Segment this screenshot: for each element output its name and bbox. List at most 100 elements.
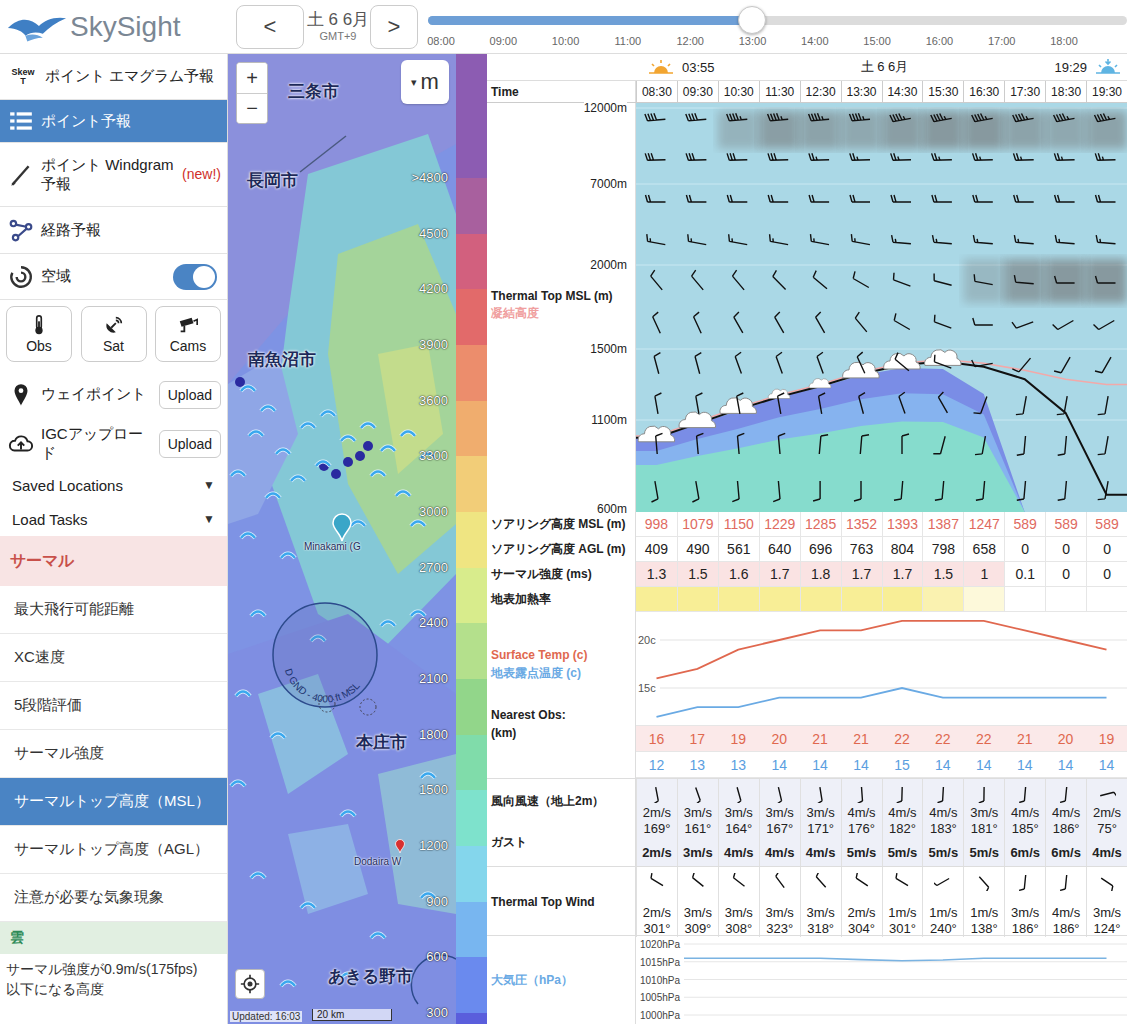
pin-label[interactable]: Minakami (G (304, 541, 361, 552)
sidebar-item[interactable]: Skew T ポイント エマグラム予報 (0, 54, 227, 100)
dropdown[interactable]: Load Tasks ▼ (0, 502, 227, 536)
paraglider-site-icon[interactable] (281, 554, 295, 559)
thermometer-icon (28, 314, 50, 336)
upload-button[interactable]: Upload (159, 430, 221, 458)
paraglider-site-icon[interactable] (271, 734, 285, 739)
airspace-zone[interactable]: D GND - 4000 ft MSL (273, 603, 377, 707)
paraglider-site-icon[interactable] (231, 782, 245, 787)
paraglider-site-icon[interactable] (251, 612, 265, 617)
dropdown[interactable]: Saved Locations ▼ (0, 468, 227, 502)
paraglider-site-icon[interactable] (396, 492, 410, 497)
map-pin-icon[interactable] (333, 514, 351, 541)
point-forecast: 03:55 土 6 6月 19:29 Time 08:3009:3010:301… (487, 54, 1127, 1024)
layer-item[interactable]: サーマルトップ高度（AGL） (0, 826, 227, 874)
paraglider-site-icon[interactable] (361, 424, 375, 429)
soaring-msl-cell: 1352 (841, 512, 882, 537)
layer-item[interactable]: 5段階評価 (0, 682, 227, 730)
zoom-out-button[interactable]: − (237, 93, 267, 123)
layer-item[interactable]: 最大飛行可能距離 (0, 586, 227, 634)
paraglider-site-icon[interactable] (371, 472, 385, 477)
pin-label[interactable]: Dodaira W (354, 856, 401, 867)
wind-barb (932, 195, 952, 202)
surface-labels: Surface Temp (c) 地表露点温度 (c) Nearest Obs:… (487, 612, 636, 778)
paraglider-site-icon[interactable] (401, 432, 415, 437)
soaring-agl-cell: 0 (1045, 537, 1086, 562)
paraglider-site-icon[interactable] (251, 874, 265, 879)
wind-speed: 3m/s (1093, 905, 1121, 921)
paraglider-site-icon[interactable] (381, 622, 395, 627)
time-cell: 17:30 (1004, 81, 1045, 102)
paraglider-site-icon[interactable] (341, 437, 355, 442)
terrain-map[interactable]: D GND - 4000 ft MSL (228, 54, 456, 1024)
tool-button[interactable]: Obs (6, 306, 72, 362)
sunset-icon (1095, 58, 1121, 76)
zoom-in-button[interactable]: + (237, 63, 267, 93)
paraglider-site-icon[interactable] (371, 934, 385, 939)
airspace-row[interactable]: 空域 (0, 254, 227, 300)
tool-button[interactable]: Cams (155, 306, 221, 362)
slider-track[interactable] (428, 16, 1127, 25)
sidebar-item[interactable]: ポイント Windgram 予報 (new!) (0, 143, 227, 207)
paraglider-site-icon[interactable] (316, 462, 330, 467)
layer-item[interactable]: サーマルトップ高度（MSL） (0, 778, 227, 826)
brand[interactable]: SkySight (0, 10, 228, 44)
cluster-dot[interactable] (343, 457, 353, 467)
upload-label: IGCアップロード (41, 425, 152, 463)
cluster-dot[interactable] (235, 377, 245, 387)
sidebar-item[interactable]: ポイント予報 (0, 100, 227, 143)
paraglider-site-icon[interactable] (301, 424, 315, 429)
time-cell: 09:30 (677, 81, 718, 102)
paraglider-site-icon[interactable] (321, 412, 335, 417)
map-pin-icon[interactable] (396, 840, 405, 854)
tool-button[interactable]: Sat (81, 306, 147, 362)
prev-day-button[interactable]: < (236, 5, 304, 49)
cloud-base-line (636, 361, 1127, 494)
wind-barb (899, 392, 905, 413)
slider-fill (428, 16, 752, 25)
sidebar-item[interactable]: 経路予報 (0, 207, 227, 254)
paraglider-site-icon[interactable] (276, 450, 290, 455)
pressure-chart-plot: 1020hPa1015hPa1010hPa1005hPa1000hPa (636, 936, 1127, 1024)
paraglider-site-icon[interactable] (421, 774, 435, 779)
paraglider-site-icon[interactable] (249, 432, 263, 437)
paraglider-site-icon[interactable] (341, 812, 355, 817)
layer-item[interactable]: XC速度 (0, 634, 227, 682)
wind-direction: 181° (971, 821, 998, 837)
paraglider-site-icon[interactable] (291, 477, 305, 482)
wind-barb (809, 113, 830, 121)
paraglider-site-icon[interactable] (236, 692, 250, 697)
cluster-dot[interactable] (355, 451, 365, 461)
paraglider-site-icon[interactable] (411, 522, 425, 527)
cluster-dot[interactable] (363, 441, 373, 451)
paraglider-site-icon[interactable] (241, 534, 255, 539)
paraglider-site-icon[interactable] (351, 522, 365, 527)
wind-barb (1094, 321, 1115, 330)
time-slider[interactable]: 08:0009:0010:0011:0012:0013:0014:0015:00… (428, 0, 1127, 53)
obs-temp-cell: 22 (922, 726, 963, 752)
paraglider-site-icon[interactable] (241, 387, 255, 392)
next-day-button[interactable]: > (370, 5, 418, 49)
layer-item[interactable]: サーマル強度 (0, 730, 227, 778)
wind-barb (1053, 321, 1074, 330)
legend-segment: 4500 (456, 234, 487, 290)
paraglider-site-icon[interactable] (281, 982, 295, 987)
map[interactable]: D GND - 4000 ft MSL 三条市長岡市南魚沼市本庄市あきる野市 M… (228, 54, 456, 1024)
unit-dropdown[interactable]: ▾ m (401, 60, 449, 104)
slider-thumb[interactable] (738, 6, 766, 34)
paraglider-site-icon[interactable] (411, 612, 425, 617)
paraglider-site-icon[interactable] (301, 904, 315, 909)
upload-button[interactable]: Upload (159, 381, 221, 409)
soaring-msl-row: ソアリング高度 MSL (m) 998107911501229128513521… (487, 512, 1127, 537)
locate-button[interactable] (235, 969, 265, 999)
wind-barb (817, 352, 823, 373)
wind-barb (645, 153, 665, 160)
paraglider-site-icon[interactable] (381, 447, 395, 452)
layer-item[interactable]: 注意が必要な気象現象 (0, 874, 227, 922)
paraglider-site-icon[interactable] (261, 407, 275, 412)
wind-barb (651, 270, 663, 290)
wind-barb (813, 481, 820, 501)
cluster-dot[interactable] (331, 469, 341, 479)
paraglider-site-icon[interactable] (231, 472, 245, 477)
airspace-toggle[interactable] (173, 264, 217, 290)
paraglider-site-icon[interactable] (266, 494, 280, 499)
